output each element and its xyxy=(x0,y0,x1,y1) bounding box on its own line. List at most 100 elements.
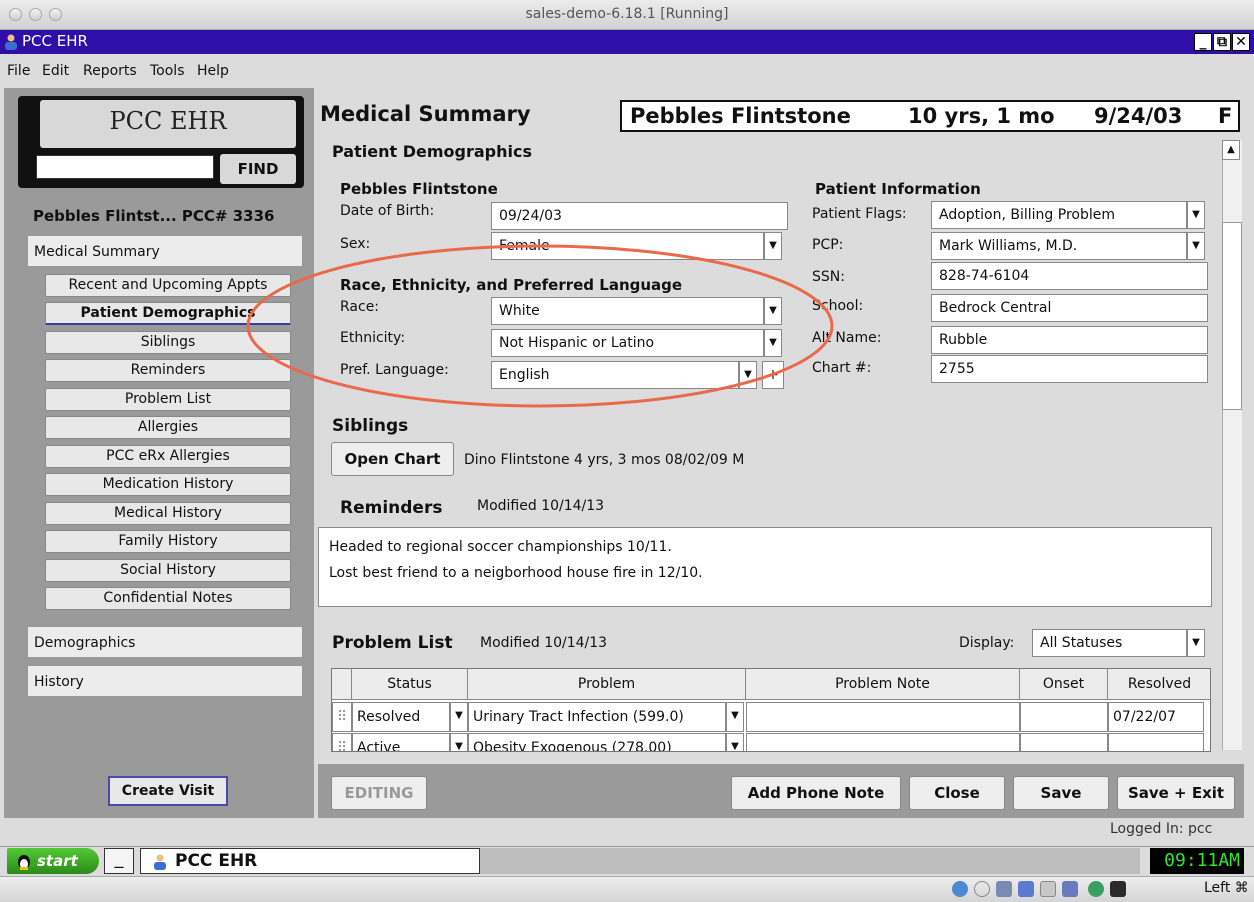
row-drag-handle-icon[interactable]: ⠿ xyxy=(332,733,352,751)
scrollbar-thumb[interactable] xyxy=(1222,222,1242,410)
record-icon[interactable] xyxy=(974,881,990,897)
column-status[interactable]: Status xyxy=(352,669,468,700)
column-onset[interactable]: Onset xyxy=(1020,669,1108,700)
close-form-button[interactable]: Close xyxy=(909,776,1005,810)
logo-button[interactable]: PCC EHR xyxy=(40,100,296,160)
display-dropdown-chevron-down-icon[interactable]: ▼ xyxy=(1187,629,1205,657)
menu-edit[interactable]: Edit xyxy=(42,63,69,79)
row-onset[interactable] xyxy=(1020,702,1108,732)
display-label: Display: xyxy=(959,635,1015,651)
network-icon[interactable] xyxy=(952,881,968,897)
editing-button[interactable]: EDITING xyxy=(331,776,427,810)
create-visit-button[interactable]: Create Visit xyxy=(108,776,228,806)
row-note[interactable] xyxy=(746,702,1020,732)
sidebar-section-history[interactable]: History xyxy=(27,665,303,697)
taskbar-minimize-button[interactable]: _ xyxy=(104,848,134,874)
nav-medical-history[interactable]: Medical History xyxy=(45,502,291,525)
dob-field[interactable]: 09/24/03 xyxy=(491,202,788,230)
patient-header: Pebbles Flintstone 10 yrs, 1 mo 9/24/03 … xyxy=(620,100,1240,132)
nav-social-history[interactable]: Social History xyxy=(45,559,291,582)
minimize-button[interactable]: _ xyxy=(1194,33,1212,51)
reminders-textarea[interactable]: Headed to regional soccer championships … xyxy=(318,527,1212,607)
column-resolved[interactable]: Resolved xyxy=(1108,669,1210,700)
row-onset[interactable] xyxy=(1020,733,1108,751)
taskbar-app-button[interactable]: PCC EHR xyxy=(140,848,480,874)
dob-label: Date of Birth: xyxy=(340,203,435,219)
page-title: Medical Summary xyxy=(320,102,531,126)
alt-name-field[interactable]: Rubble xyxy=(931,326,1208,354)
row-drag-handle-icon[interactable]: ⠿ xyxy=(332,702,352,732)
flags-dropdown-chevron-down-icon[interactable]: ▼ xyxy=(1187,201,1205,229)
folder-icon[interactable] xyxy=(1040,881,1056,897)
close-button[interactable]: ✕ xyxy=(1232,33,1250,51)
sidebar-section-demographics[interactable]: Demographics xyxy=(27,626,303,658)
status-dropdown-chevron-down-icon[interactable]: ▼ xyxy=(450,733,468,751)
find-input[interactable] xyxy=(36,155,214,179)
usb-icon[interactable] xyxy=(1062,881,1078,897)
menu-help[interactable]: Help xyxy=(197,63,229,79)
problem-dropdown-chevron-down-icon[interactable]: ▼ xyxy=(726,702,744,732)
restore-button[interactable]: ⧉ xyxy=(1213,33,1231,51)
patient-header-sex: F xyxy=(1218,104,1233,128)
row-status[interactable]: Resolved xyxy=(352,702,450,732)
open-chart-button[interactable]: Open Chart xyxy=(331,442,454,476)
patient-info-heading: Patient Information xyxy=(815,180,981,198)
menu-reports[interactable]: Reports xyxy=(83,63,137,79)
reminders-modified: Modified 10/14/13 xyxy=(477,498,605,514)
keyboard-shortcut-label: Left ⌘ xyxy=(1204,880,1249,896)
taskbar-app-label: PCC EHR xyxy=(175,851,258,871)
row-note[interactable] xyxy=(746,733,1020,751)
arrow-down-icon[interactable] xyxy=(1110,881,1126,897)
status-dropdown-chevron-down-icon[interactable]: ▼ xyxy=(450,702,468,732)
logo-text: PCC EHR xyxy=(109,107,227,135)
display-icon[interactable] xyxy=(1018,881,1034,897)
user-icon xyxy=(154,854,166,870)
app-title-bar: PCC EHR _ ⧉ ✕ xyxy=(0,30,1254,54)
save-exit-button[interactable]: Save + Exit xyxy=(1117,776,1235,810)
taskbar-empty xyxy=(480,848,1140,874)
column-problem[interactable]: Problem xyxy=(468,669,746,700)
problem-list-modified: Modified 10/14/13 xyxy=(480,635,608,651)
ssn-field[interactable]: 828-74-6104 xyxy=(931,262,1208,290)
tux-icon xyxy=(18,855,30,870)
add-phone-note-button[interactable]: Add Phone Note xyxy=(731,776,901,810)
save-button[interactable]: Save xyxy=(1013,776,1109,810)
menu-bar: File Edit Reports Tools Help xyxy=(0,54,1254,86)
menu-tools[interactable]: Tools xyxy=(150,63,185,79)
pen-icon[interactable] xyxy=(996,881,1012,897)
highlight-ellipse-annotation xyxy=(246,244,834,408)
column-problem-note[interactable]: Problem Note xyxy=(746,669,1020,700)
row-status[interactable]: Active xyxy=(352,733,450,751)
globe-icon[interactable] xyxy=(1088,881,1104,897)
patient-demographics-heading: Patient Demographics xyxy=(332,142,532,161)
nav-medication-history[interactable]: Medication History xyxy=(45,473,291,496)
problem-list-heading: Problem List xyxy=(332,633,453,653)
patient-flags-label: Patient Flags: xyxy=(812,206,907,222)
reminders-heading: Reminders xyxy=(340,498,443,518)
problem-table: Status Problem Problem Note Onset Resolv… xyxy=(331,668,1211,752)
row-problem[interactable]: Urinary Tract Infection (599.0) xyxy=(468,702,726,732)
start-button[interactable]: start xyxy=(7,848,99,874)
patient-header-dob: 9/24/03 xyxy=(1094,104,1183,128)
mac-window-title: sales-demo-6.18.1 [Running] xyxy=(525,6,729,22)
row-resolved[interactable] xyxy=(1108,733,1204,751)
sibling-entry[interactable]: Dino Flintstone 4 yrs, 3 mos 08/02/09 M xyxy=(464,452,744,468)
chart-number-field[interactable]: 2755 xyxy=(931,355,1208,383)
logged-in-status: Logged In: pcc xyxy=(1110,821,1213,837)
menu-file[interactable]: File xyxy=(7,63,30,79)
problem-dropdown-chevron-down-icon[interactable]: ▼ xyxy=(726,733,744,751)
app-title: PCC EHR xyxy=(22,32,88,50)
pcp-select[interactable]: Mark Williams, M.D. xyxy=(931,232,1187,260)
school-field[interactable]: Bedrock Central xyxy=(931,294,1208,322)
demographics-name: Pebbles Flintstone xyxy=(340,180,498,198)
nav-family-history[interactable]: Family History xyxy=(45,530,291,553)
nav-confidential-notes[interactable]: Confidential Notes xyxy=(45,587,291,610)
pcp-dropdown-chevron-down-icon[interactable]: ▼ xyxy=(1187,232,1205,260)
find-button[interactable]: FIND xyxy=(220,154,296,184)
scroll-up-icon[interactable]: ▲ xyxy=(1222,140,1240,160)
row-problem[interactable]: Obesity Exogenous (278.00) xyxy=(468,733,726,751)
nav-erx-allergies[interactable]: PCC eRx Allergies xyxy=(45,445,291,468)
display-select[interactable]: All Statuses xyxy=(1032,629,1187,657)
patient-flags-select[interactable]: Adoption, Billing Problem xyxy=(931,201,1187,229)
row-resolved[interactable]: 07/22/07 xyxy=(1108,702,1204,732)
